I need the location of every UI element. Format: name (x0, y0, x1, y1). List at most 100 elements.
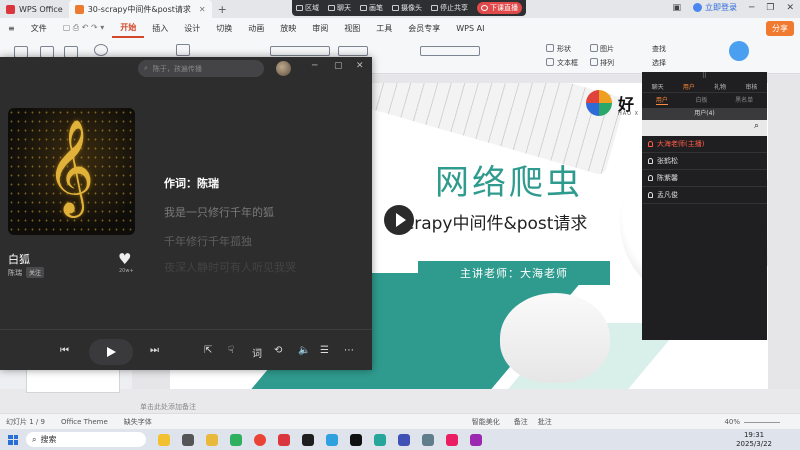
menu-insert[interactable]: 插入 (144, 18, 176, 38)
album-cover[interactable]: 𝄞 (8, 108, 135, 235)
edge-icon[interactable] (326, 433, 338, 446)
menu-transition[interactable]: 切换 (208, 18, 240, 38)
select-button[interactable]: 选择 (652, 58, 666, 68)
player-minimize-button[interactable]: ─ (312, 61, 317, 71)
menu-review[interactable]: 审阅 (304, 18, 336, 38)
player-close-button[interactable]: ✕ (356, 61, 364, 71)
layout-icon[interactable]: ▣ (672, 3, 681, 13)
user-search-input[interactable]: ⌕ (642, 120, 767, 136)
pen-button[interactable]: 画笔 (360, 3, 383, 13)
user-list-item[interactable]: 陈紫馨 (642, 170, 767, 187)
playlist-icon[interactable]: ☰ (320, 345, 329, 356)
more-icon[interactable]: ⋯ (344, 345, 354, 356)
subtab-blacklist[interactable]: 黑名单 (735, 95, 753, 104)
maximize-button[interactable]: ❐ (766, 3, 774, 13)
tab-document[interactable]: 30-scrapy中间件&post请求 ✕ (68, 0, 212, 18)
chat-button[interactable]: 聊天 (328, 3, 351, 13)
user-list-item[interactable]: 孟凡俊 (642, 187, 767, 204)
terminal-icon[interactable] (374, 433, 386, 446)
menu-member[interactable]: 会员专享 (400, 18, 448, 38)
music-app-icon[interactable] (446, 433, 458, 446)
pycharm-icon[interactable] (302, 433, 314, 446)
wps-icon[interactable] (278, 433, 290, 446)
textbox-icon[interactable] (546, 58, 554, 66)
beautify-button[interactable]: 智能美化 (472, 417, 500, 427)
volume-icon[interactable]: 🔈 (298, 345, 310, 356)
menu-view[interactable]: 视图 (336, 18, 368, 38)
player-maximize-button[interactable]: ▢ (334, 61, 343, 71)
play-slideshow-icon[interactable] (94, 44, 108, 56)
play-video-button[interactable] (384, 205, 414, 235)
theme-name[interactable]: Office Theme (61, 418, 108, 426)
tab-users[interactable]: 用户 (683, 82, 695, 91)
floating-assistant-icon[interactable] (729, 41, 749, 61)
task-view-icon[interactable] (182, 433, 194, 446)
user-list-item[interactable]: 张鹤松 (642, 153, 767, 170)
copilot-icon[interactable] (158, 433, 170, 446)
zoom-slider[interactable] (744, 422, 780, 423)
wechat-icon[interactable] (230, 433, 242, 446)
tab-review[interactable]: 审核 (745, 82, 757, 91)
region-button[interactable]: 区域 (296, 3, 319, 13)
next-track-icon[interactable]: ⏭ (150, 345, 159, 356)
hamburger-icon[interactable]: ≡ (0, 18, 23, 38)
paragraph-tools[interactable] (420, 46, 480, 56)
tab-wps-office[interactable]: WPS Office (0, 0, 69, 18)
player-search-input[interactable]: ⌕ 陈于，孩遍传播 (138, 60, 264, 77)
menu-home[interactable]: 开始 (112, 18, 145, 38)
notes-placeholder[interactable]: 单击此处添加备注 (140, 402, 196, 412)
user-list-item[interactable]: 大海老师(主播) (642, 136, 767, 153)
app-icon[interactable] (422, 433, 434, 446)
subtab-whiteboard[interactable]: 白板 (695, 95, 707, 104)
taskbar-search[interactable]: ⌕ 搜索 (26, 432, 146, 447)
follow-button[interactable]: 关注 (26, 267, 45, 278)
share-button[interactable]: 分享 (766, 21, 794, 36)
close-tab-icon[interactable]: ✕ (199, 5, 206, 14)
user-avatar[interactable] (276, 61, 291, 76)
arrange-icon[interactable] (590, 58, 598, 66)
progress-track[interactable] (0, 329, 372, 330)
play-pause-button[interactable] (89, 339, 133, 365)
menu-animation[interactable]: 动画 (240, 18, 272, 38)
missing-font[interactable]: 缺失字体 (124, 417, 152, 427)
song-artist[interactable]: 陈瑞 (8, 268, 22, 278)
lyrics-toggle-button[interactable]: 词 (252, 345, 262, 360)
menu-slideshow[interactable]: 放映 (272, 18, 304, 38)
tab-gifts[interactable]: 礼物 (714, 82, 726, 91)
end-live-button[interactable]: 下课直播 (477, 2, 522, 14)
shape-icon[interactable] (546, 44, 554, 52)
menu-tools[interactable]: 工具 (368, 18, 400, 38)
textbox-button[interactable]: 文本框 (557, 58, 578, 68)
font-name-select[interactable] (270, 46, 330, 56)
app-icon[interactable] (398, 433, 410, 446)
login-button[interactable]: 立即登录 (692, 2, 737, 13)
tab-chat[interactable]: 聊天 (652, 82, 664, 91)
subtab-users[interactable]: 用户 (655, 95, 668, 105)
quick-access-icons[interactable]: ▢ ⎙ ↶ ↷ ▾ (55, 18, 113, 38)
menu-file[interactable]: 文件 (23, 18, 55, 38)
like-heart-icon[interactable]: ♥ (118, 250, 131, 268)
stop-share-button[interactable]: 停止共享 (431, 3, 468, 13)
app-icon[interactable] (470, 433, 482, 446)
drag-handle-icon[interactable]: ⠿ (642, 72, 767, 80)
find-button[interactable]: 查找 (652, 44, 666, 54)
picture-icon[interactable] (590, 44, 598, 52)
repeat-icon[interactable]: ⟲ (274, 345, 282, 356)
menu-design[interactable]: 设计 (176, 18, 208, 38)
close-window-button[interactable]: ✕ (786, 3, 794, 13)
zoom-level[interactable]: 40% (724, 418, 740, 426)
system-clock[interactable]: 19:31 2025/3/22 (736, 431, 772, 449)
qq-icon[interactable] (350, 433, 362, 446)
chrome-icon[interactable] (254, 433, 266, 446)
new-slide-icon[interactable] (176, 44, 190, 56)
notes-button[interactable]: 备注 (514, 417, 528, 427)
comments-button[interactable]: 批注 (538, 417, 552, 427)
new-tab-button[interactable]: + (212, 3, 233, 16)
menu-wps-ai[interactable]: WPS AI (448, 18, 492, 38)
dislike-icon[interactable]: ☟ (228, 345, 234, 356)
camera-button[interactable]: 摄像头 (392, 3, 422, 13)
minimize-button[interactable]: ─ (749, 3, 754, 13)
arrange-button[interactable]: 排列 (600, 58, 614, 68)
picture-button[interactable]: 图片 (600, 44, 614, 54)
search-icon[interactable]: ⌕ (754, 121, 759, 131)
